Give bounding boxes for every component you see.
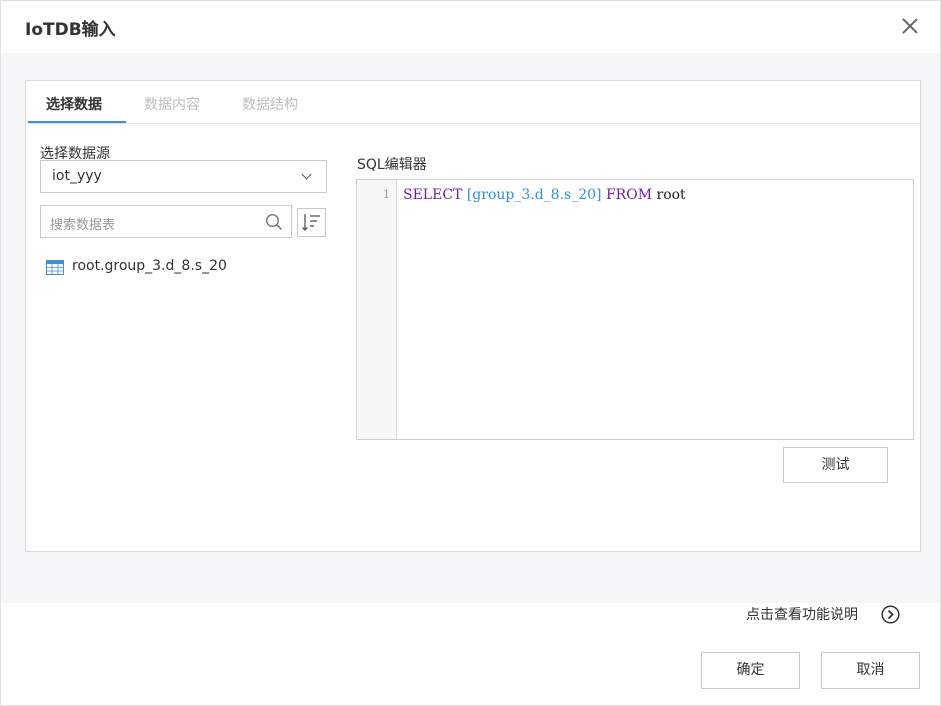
table-icon <box>46 260 64 275</box>
chevron-right-circle-icon[interactable] <box>881 605 900 624</box>
tab-select-data[interactable]: 选择数据 <box>46 94 102 114</box>
tab-data-content[interactable]: 数据内容 <box>144 94 200 114</box>
sort-button[interactable] <box>297 208 326 237</box>
sort-icon <box>302 214 320 231</box>
line-gutter: 1 <box>357 180 397 439</box>
tab-bar: 选择数据 数据内容 数据结构 <box>26 81 920 124</box>
chevron-down-icon <box>301 169 312 180</box>
datasource-select[interactable]: iot_yyy <box>40 160 327 193</box>
datasource-selected-value: iot_yyy <box>52 168 102 184</box>
search-icon[interactable] <box>265 213 283 231</box>
sql-table-name: root <box>656 187 686 203</box>
dialog-title: IoTDB输入 <box>25 20 116 40</box>
content-panel: 选择数据 数据内容 数据结构 选择数据源 iot_yyy 搜索数据表 root.… <box>25 80 921 552</box>
tab-data-structure[interactable]: 数据结构 <box>242 94 298 114</box>
sql-keyword-select: SELECT <box>403 187 463 203</box>
sql-identifier: [group_3.d_8.s_20] <box>466 187 602 203</box>
sql-code-line[interactable]: SELECT [group_3.d_8.s_20] FROM root <box>403 187 686 203</box>
dialog-body: 选择数据 数据内容 数据结构 选择数据源 iot_yyy 搜索数据表 root.… <box>1 53 940 603</box>
sql-editor[interactable]: 1 SELECT [group_3.d_8.s_20] FROM root <box>356 179 914 440</box>
table-search-input[interactable]: 搜索数据表 <box>40 205 292 238</box>
cancel-button[interactable]: 取消 <box>821 652 920 689</box>
test-button[interactable]: 测试 <box>783 447 888 483</box>
sql-editor-label: SQL编辑器 <box>357 157 427 173</box>
close-icon[interactable] <box>898 14 922 38</box>
active-tab-indicator <box>28 121 126 123</box>
table-name: root.group_3.d_8.s_20 <box>72 258 227 274</box>
help-link[interactable]: 点击查看功能说明 <box>746 604 858 624</box>
search-placeholder: 搜索数据表 <box>50 218 116 233</box>
dialog-header: IoTDB输入 <box>1 1 940 53</box>
iotdb-input-dialog: IoTDB输入 选择数据 数据内容 数据结构 选择数据源 iot_yyy 搜索数… <box>0 0 941 706</box>
sql-keyword-from: FROM <box>605 187 653 203</box>
confirm-button[interactable]: 确定 <box>701 652 800 689</box>
line-number: 1 <box>383 188 390 201</box>
